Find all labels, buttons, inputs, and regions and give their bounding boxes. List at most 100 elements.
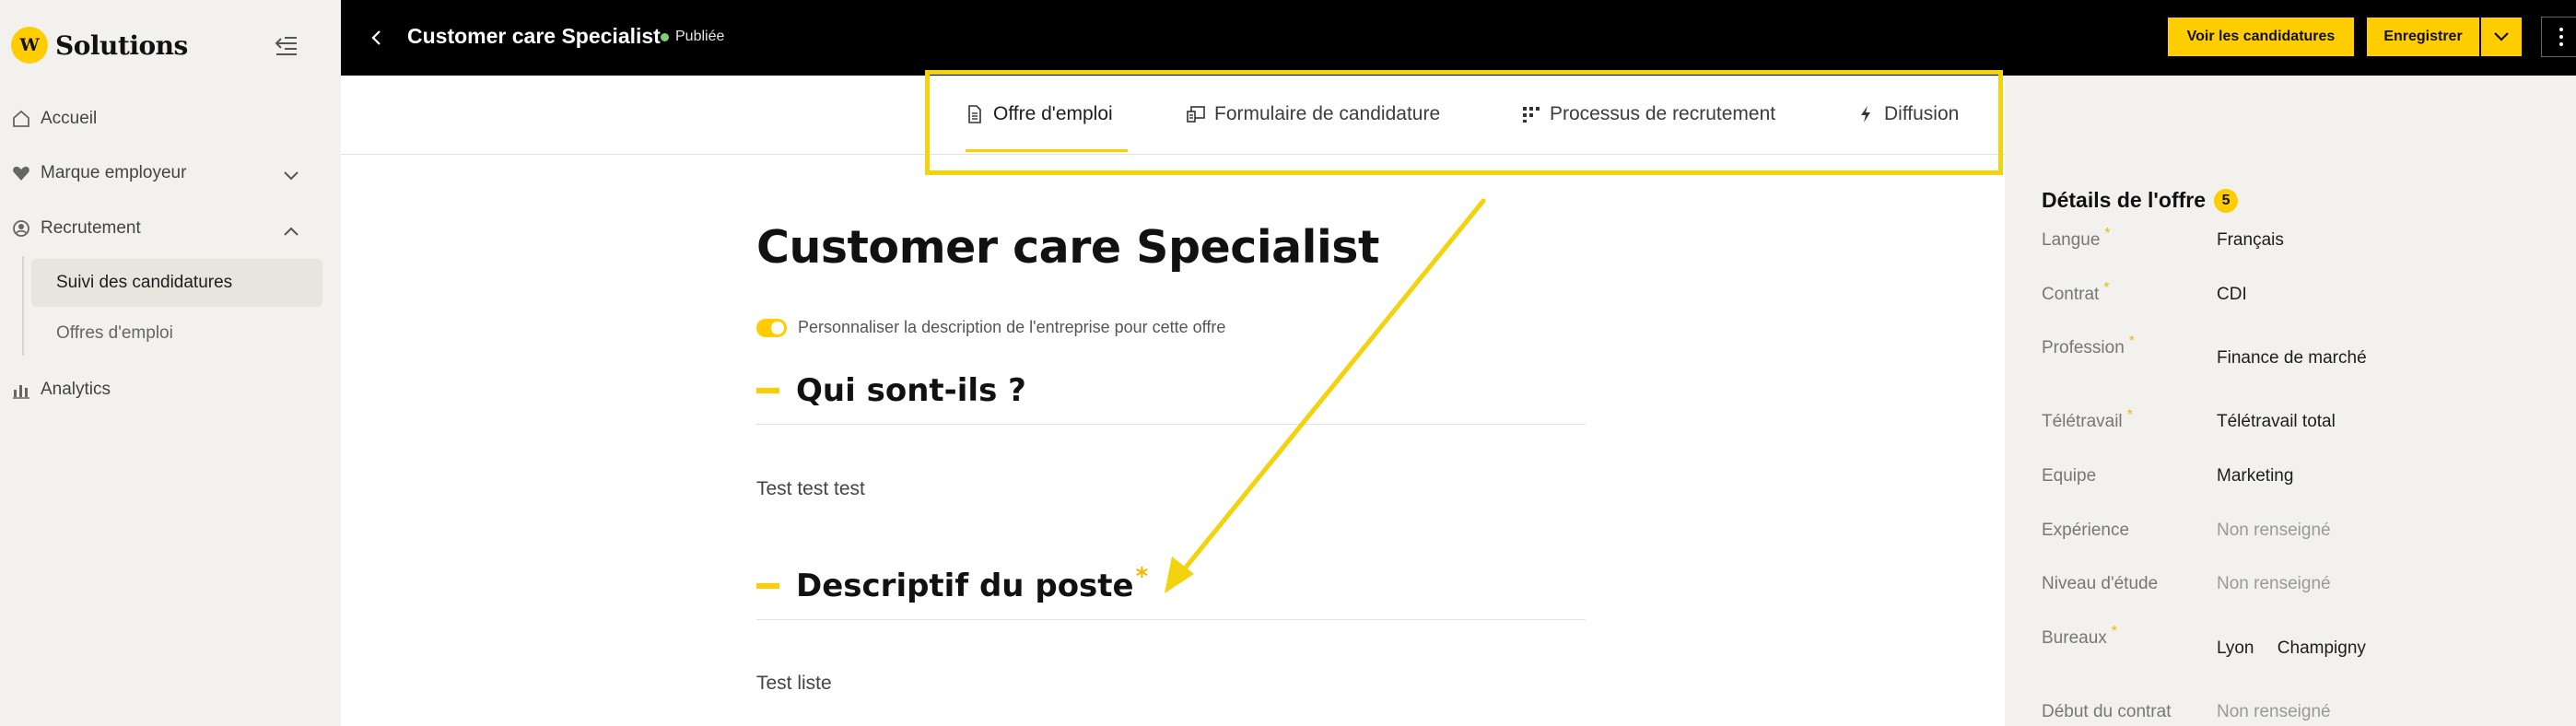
section-marker	[756, 388, 779, 393]
job-offer-editor: Customer care Specialist Personnaliser l…	[341, 155, 2005, 726]
sidebar-item-label: Analytics	[41, 380, 111, 399]
section-marker	[756, 583, 779, 589]
sidebar-item-recrutement[interactable]: Recrutement	[11, 218, 141, 239]
save-button[interactable]: Enregistrer	[2367, 18, 2479, 56]
detail-value-niveau-etude[interactable]: Non renseigné	[2217, 574, 2331, 594]
tab-formulaire-candidature[interactable]: Formulaire de candidature	[1187, 103, 1440, 125]
tab-label: Formulaire de candidature	[1214, 103, 1441, 124]
required-star-icon: *	[1135, 563, 1149, 591]
section-divider	[756, 424, 1586, 425]
chevron-up-icon[interactable]	[280, 220, 302, 242]
detail-label-langue: Langue *	[2042, 226, 2111, 251]
chart-icon	[11, 380, 31, 400]
sidebar-item-label: Accueil	[41, 109, 98, 128]
required-star-icon: *	[2111, 624, 2118, 639]
section-divider	[756, 619, 1586, 620]
section-title-text: Descriptif du poste	[796, 568, 1134, 604]
customize-description-toggle[interactable]	[756, 318, 787, 337]
detail-label-equipe: Equipe	[2042, 466, 2097, 486]
chevron-down-icon[interactable]	[280, 165, 302, 187]
collapse-menu-icon	[275, 37, 297, 55]
sidebar-subitem-offres-emploi[interactable]: Offres d'emploi	[31, 310, 322, 357]
detail-label-experience: Expérience	[2042, 521, 2130, 540]
toggle-label: Personnaliser la description de l'entrep…	[798, 318, 1226, 336]
label-text: Langue	[2042, 230, 2101, 250]
required-star-icon: *	[2103, 280, 2110, 296]
tab-processus-recrutement[interactable]: Processus de recrutement	[1522, 103, 1775, 125]
detail-value-bureaux[interactable]: Lyon Champigny	[2217, 638, 2384, 659]
label-text: Télétravail	[2042, 412, 2123, 431]
section-title-qui-sont-ils: Qui sont-ils ?	[756, 372, 1026, 409]
document-icon	[966, 105, 984, 123]
section-content-descriptif-poste[interactable]: Test liste	[756, 673, 832, 695]
required-star-icon: *	[2128, 334, 2136, 349]
recruitment-icon	[11, 218, 31, 239]
sidebar-subitem-suivi-candidatures[interactable]: Suivi des candidatures	[31, 259, 322, 307]
active-tab-indicator	[966, 149, 1128, 152]
sidebar-item-analytics[interactable]: Analytics	[11, 380, 111, 400]
detail-value-profession[interactable]: Finance de marché	[2217, 348, 2367, 369]
detail-label-contrat: Contrat *	[2042, 280, 2110, 305]
more-options-button[interactable]	[2541, 17, 2576, 57]
detail-label-teletravail: Télétravail *	[2042, 407, 2133, 432]
required-star-icon: *	[2104, 226, 2111, 241]
form-icon	[1187, 105, 1205, 123]
office-chip: Lyon	[2217, 638, 2254, 658]
detail-value-teletravail[interactable]: Télétravail total	[2217, 412, 2336, 432]
lightning-icon	[1856, 105, 1875, 123]
back-button[interactable]	[359, 21, 392, 54]
details-title: Détails de l'offre 5	[2042, 188, 2239, 213]
detail-value-contrat[interactable]: CDI	[2217, 285, 2247, 305]
job-heading[interactable]: Customer care Specialist	[756, 221, 1379, 274]
tab-diffusion[interactable]: Diffusion	[1856, 103, 1959, 125]
sidebar: W Solutions Accueil Marque employeur Rec…	[0, 0, 341, 726]
required-star-icon: *	[2126, 407, 2133, 423]
detail-label-bureaux: Bureaux *	[2042, 624, 2117, 649]
label-text: Contrat	[2042, 285, 2100, 304]
sidebar-item-accueil[interactable]: Accueil	[11, 109, 97, 129]
detail-value-experience[interactable]: Non renseigné	[2217, 521, 2331, 541]
tab-label: Processus de recrutement	[1550, 103, 1776, 124]
section-title-text: Qui sont-ils ?	[796, 372, 1026, 409]
sidebar-item-label: Marque employeur	[41, 163, 187, 182]
status-badge: Publiée	[661, 29, 724, 45]
tab-bar: Offre d'emploi Formulaire de candidature…	[341, 76, 2005, 155]
offer-details-panel: Détails de l'offre 5 Langue * Français Co…	[2005, 155, 2576, 726]
subnav-divider	[22, 256, 24, 356]
status-dot-icon	[661, 32, 669, 41]
section-title-descriptif-poste: Descriptif du poste *	[756, 563, 1148, 604]
view-applications-button[interactable]: Voir les candidatures	[2168, 18, 2354, 56]
customize-description-toggle-row: Personnaliser la description de l'entrep…	[756, 318, 1225, 337]
home-icon	[11, 109, 31, 129]
detail-value-equipe[interactable]: Marketing	[2217, 466, 2293, 486]
tab-label: Diffusion	[1884, 103, 1960, 124]
logo-text: Solutions	[55, 29, 188, 61]
collapse-sidebar-button[interactable]	[269, 29, 302, 63]
sidebar-item-label: Recrutement	[41, 218, 141, 238]
detail-label-profession: Profession *	[2042, 334, 2135, 358]
label-text: Profession	[2042, 338, 2125, 357]
brand-logo[interactable]: W Solutions	[11, 27, 188, 64]
chevron-left-icon	[371, 30, 381, 45]
tab-offre-emploi[interactable]: Offre d'emploi	[966, 103, 1113, 125]
tab-label: Offre d'emploi	[993, 103, 1113, 124]
sidebar-item-marque-employeur[interactable]: Marque employeur	[11, 163, 186, 183]
details-title-text: Détails de l'offre	[2042, 188, 2207, 212]
heart-icon	[11, 163, 31, 183]
section-content-qui-sont-ils[interactable]: Test test test	[756, 478, 865, 500]
detail-label-niveau-etude: Niveau d'étude	[2042, 574, 2159, 593]
detail-value-langue[interactable]: Français	[2217, 230, 2284, 251]
chevron-down-icon	[2494, 32, 2509, 41]
office-chip: Champigny	[2277, 638, 2366, 658]
more-vertical-icon	[2559, 28, 2563, 46]
detail-label-debut-contrat: Début du contrat	[2042, 702, 2172, 721]
status-label: Publiée	[675, 29, 725, 44]
process-icon	[1522, 105, 1540, 123]
label-text: Bureaux	[2042, 628, 2107, 648]
details-count-badge: 5	[2214, 188, 2239, 213]
detail-value-debut-contrat[interactable]: Non renseigné	[2217, 702, 2331, 722]
top-bar: Customer care Specialist Publiée Voir le…	[341, 0, 2576, 76]
page-title: Customer care Specialist	[407, 24, 661, 48]
logo-badge: W	[11, 27, 48, 64]
save-options-button[interactable]	[2481, 18, 2522, 56]
